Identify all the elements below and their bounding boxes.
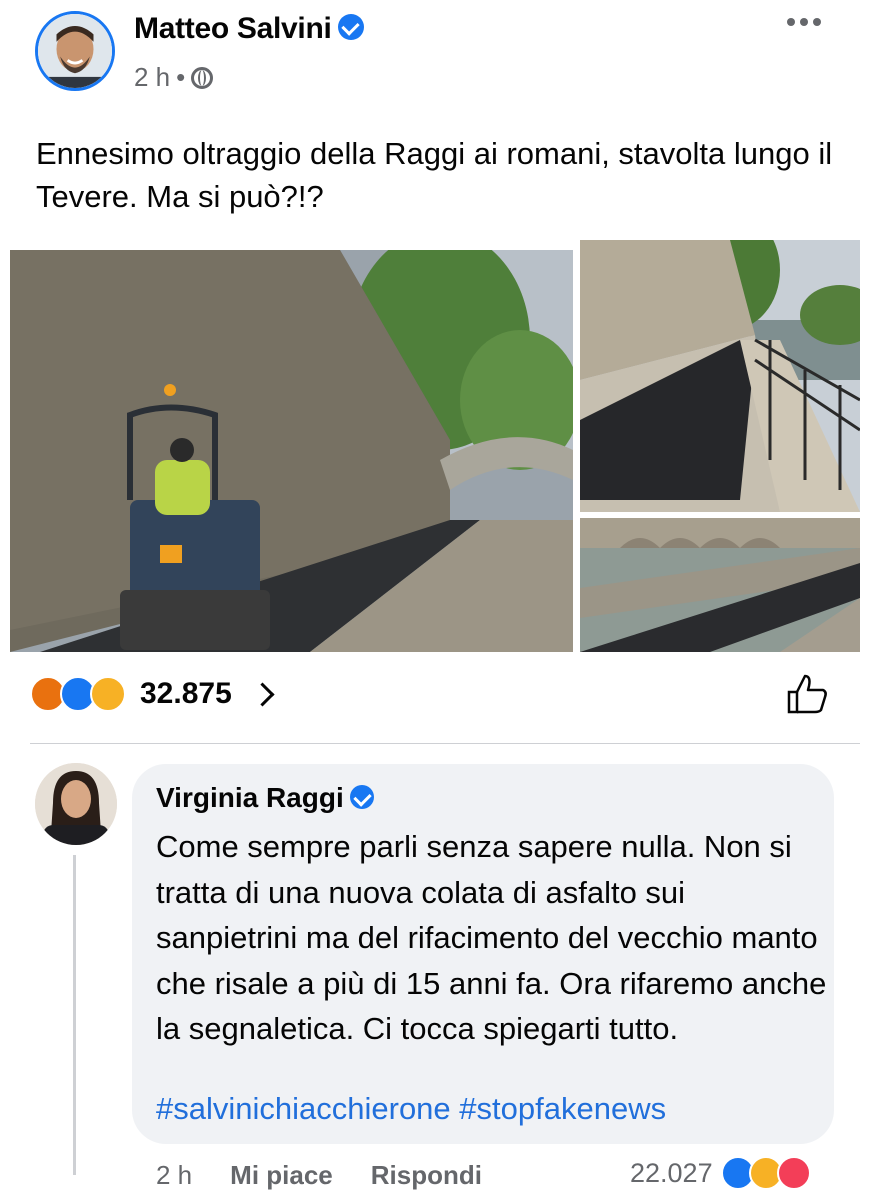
post-author-name-text[interactable]: Matteo Salvini	[134, 12, 332, 45]
verified-icon	[349, 784, 374, 809]
comment-reactions[interactable]: 22.027	[630, 1156, 811, 1190]
post-meta: 2 h •	[134, 62, 214, 93]
verified-icon	[337, 14, 364, 41]
wow-reaction-icon	[90, 676, 126, 712]
comment-actions: 2 h Mi piace Rispondi	[156, 1160, 482, 1191]
post-photos[interactable]	[10, 240, 860, 652]
comment-time[interactable]: 2 h	[156, 1160, 192, 1191]
post-text: Ennesimo oltraggio della Raggi ai romani…	[36, 136, 833, 214]
post-time[interactable]: 2 h	[134, 62, 170, 93]
comment-like-button[interactable]: Mi piace	[230, 1160, 333, 1191]
photo-bridge-path[interactable]	[580, 518, 860, 652]
comment-author-avatar[interactable]	[35, 763, 117, 845]
post-reactions[interactable]: 32.875	[30, 676, 275, 712]
comment-author-name-text[interactable]: Virginia Raggi	[156, 782, 344, 813]
globe-icon	[191, 66, 214, 89]
comment-author-name[interactable]: Virginia Raggi	[156, 782, 374, 814]
chevron-right-icon[interactable]	[250, 681, 275, 707]
comment-reactions-count[interactable]: 22.027	[630, 1158, 713, 1189]
comment-reply-button[interactable]: Rispondi	[371, 1160, 482, 1191]
meta-separator: •	[176, 62, 186, 92]
divider	[30, 743, 860, 744]
post-author-name[interactable]: Matteo Salvini	[134, 12, 364, 46]
comment-hashtags[interactable]: #salvinichiacchierone #stopfakenews	[156, 1091, 666, 1127]
comment-text: Come sempre parli senza sapere nulla. No…	[156, 829, 827, 1046]
thumbs-up-icon[interactable]	[785, 672, 829, 716]
photo-riverside-path[interactable]	[580, 240, 860, 512]
post-author-avatar[interactable]	[35, 11, 115, 91]
photo-road-roller[interactable]	[10, 250, 573, 652]
more-icon[interactable]	[787, 10, 825, 34]
post-reactions-count[interactable]: 32.875	[140, 677, 232, 711]
thread-line	[73, 855, 76, 1175]
love-reaction-icon	[776, 1156, 811, 1190]
